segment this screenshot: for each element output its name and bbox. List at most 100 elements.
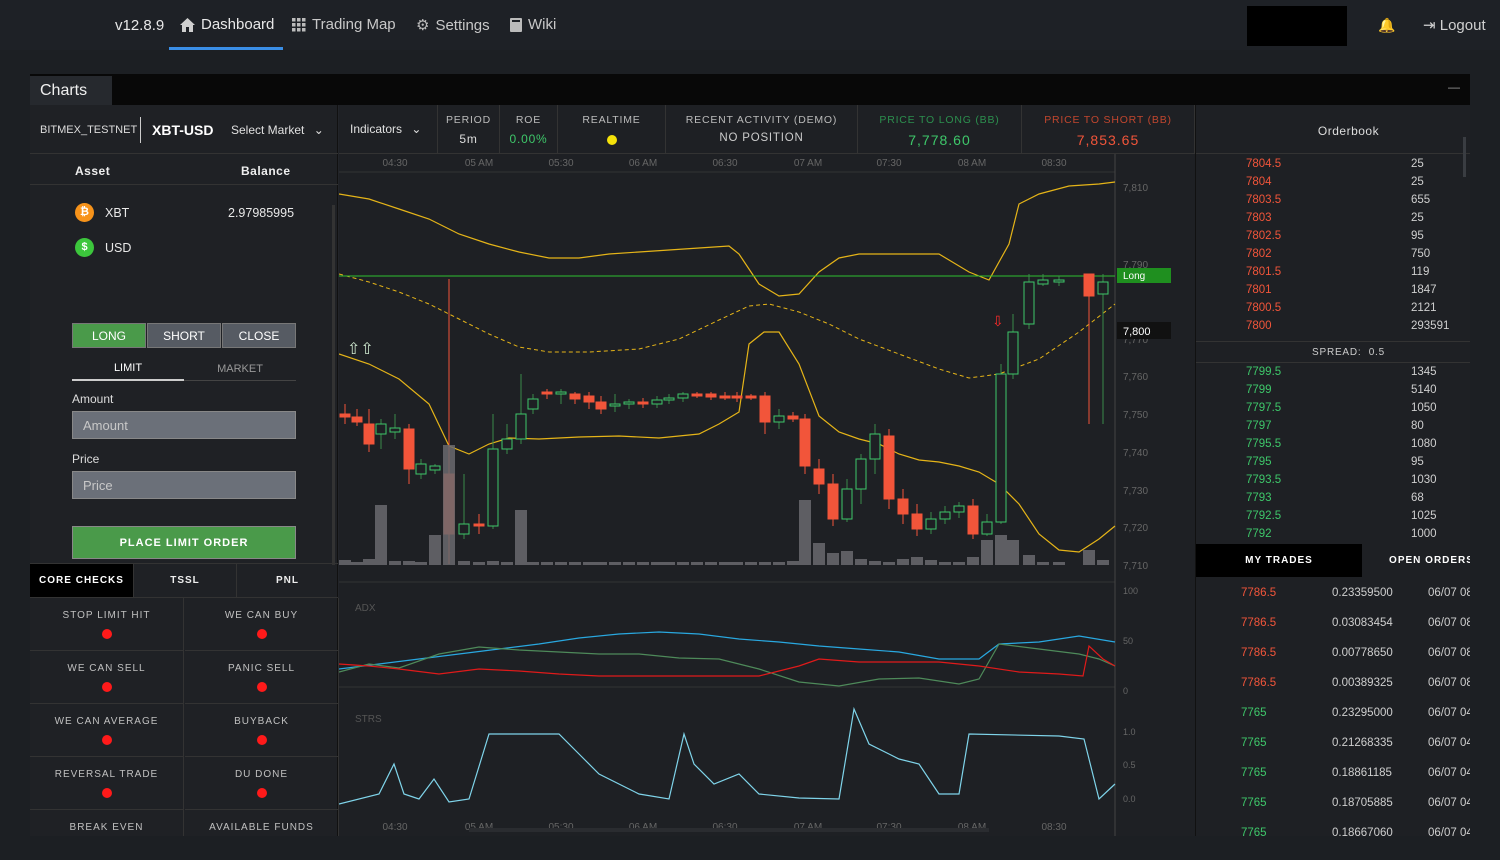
short-tab[interactable]: SHORT — [147, 323, 221, 348]
ask-price[interactable]: 7801 — [1246, 284, 1272, 296]
ask-price[interactable]: 7802 — [1246, 248, 1272, 260]
candle[interactable] — [403, 428, 415, 470]
candle[interactable] — [1097, 281, 1109, 295]
candle[interactable] — [339, 413, 351, 418]
pnl-tab[interactable]: PNL — [236, 564, 338, 597]
candle[interactable] — [623, 401, 635, 405]
candle[interactable] — [981, 521, 993, 535]
candle[interactable] — [1023, 281, 1035, 325]
price-input[interactable]: Price — [72, 471, 296, 499]
candle[interactable] — [813, 468, 825, 485]
candle[interactable] — [663, 397, 675, 401]
logout-button[interactable]: ⇥ Logout — [1423, 16, 1486, 34]
ask-price[interactable]: 7800.5 — [1246, 302, 1281, 314]
candle[interactable] — [415, 463, 427, 475]
amount-input[interactable]: Amount — [72, 411, 296, 439]
candle[interactable] — [925, 518, 937, 530]
core-checks-tab[interactable]: CORE CHECKS — [30, 564, 133, 597]
candle[interactable] — [731, 395, 743, 399]
ask-price[interactable]: 7804.5 — [1246, 158, 1281, 170]
nav-dashboard[interactable]: Dashboard — [180, 16, 274, 33]
candle[interactable] — [501, 438, 513, 450]
candle[interactable] — [953, 505, 965, 513]
candle[interactable] — [541, 391, 553, 395]
market-tab[interactable]: MARKET — [184, 357, 296, 381]
candle[interactable] — [458, 523, 470, 535]
candle[interactable] — [1053, 279, 1065, 283]
candle[interactable] — [1083, 273, 1095, 297]
candle[interactable] — [351, 416, 363, 423]
place-limit-order-button[interactable]: PLACE LIMIT ORDER — [72, 526, 296, 559]
bid-price[interactable]: 7793.5 — [1246, 474, 1281, 486]
candle[interactable] — [677, 393, 689, 399]
minimize-icon[interactable]: — — [1448, 80, 1460, 94]
candle[interactable] — [569, 393, 581, 400]
candle[interactable] — [609, 403, 621, 407]
candle[interactable] — [705, 393, 717, 398]
candle[interactable] — [1037, 279, 1049, 285]
ask-price[interactable]: 7802.5 — [1246, 230, 1281, 242]
candle[interactable] — [375, 423, 387, 435]
candle[interactable] — [719, 395, 731, 399]
candle[interactable] — [429, 465, 441, 471]
candle[interactable] — [799, 418, 811, 467]
indicators-dropdown[interactable]: Indicators ⌄ — [339, 105, 438, 154]
scrollbar[interactable] — [1463, 137, 1466, 177]
open-orders-tab[interactable]: OPEN ORDERS — [1362, 544, 1470, 577]
bid-price[interactable]: 7795 — [1246, 456, 1272, 468]
candle[interactable] — [939, 511, 951, 520]
long-tab[interactable]: LONG — [72, 323, 146, 348]
candle[interactable] — [515, 413, 527, 440]
candle[interactable] — [773, 415, 785, 423]
chart-scrollbar[interactable] — [469, 828, 989, 832]
ask-price[interactable]: 7801.5 — [1246, 266, 1281, 278]
bell-icon[interactable]: 🔔 — [1378, 17, 1395, 34]
bid-price[interactable]: 7795.5 — [1246, 438, 1281, 450]
ask-price[interactable]: 7803.5 — [1246, 194, 1281, 206]
price-chart[interactable]: 04:3004:3005 AM05 AM05:3005:3006 AM06 AM… — [339, 154, 1195, 836]
candle[interactable] — [967, 505, 979, 535]
candle[interactable] — [897, 498, 909, 515]
candle[interactable] — [1007, 331, 1019, 375]
my-trades-tab[interactable]: MY TRADES — [1196, 544, 1362, 577]
bid-price[interactable]: 7797.5 — [1246, 402, 1281, 414]
bid-price[interactable]: 7792.5 — [1246, 510, 1281, 522]
candle[interactable] — [651, 399, 663, 405]
limit-tab[interactable]: LIMIT — [72, 357, 184, 381]
select-market-dropdown[interactable]: Select Market ⌄ — [231, 123, 324, 137]
candle[interactable] — [527, 398, 539, 410]
bid-price[interactable]: 7799 — [1246, 384, 1272, 396]
nav-settings[interactable]: ⚙ Settings — [416, 16, 490, 35]
candle[interactable] — [691, 393, 703, 397]
ask-price[interactable]: 7800 — [1246, 320, 1272, 332]
candle[interactable] — [855, 458, 867, 490]
candle[interactable] — [787, 415, 799, 420]
candle[interactable] — [583, 395, 595, 403]
bid-price[interactable]: 7793 — [1246, 492, 1272, 504]
scrollbar[interactable] — [332, 205, 335, 565]
candle[interactable] — [637, 401, 649, 405]
candle[interactable] — [869, 433, 881, 460]
candle[interactable] — [595, 401, 607, 410]
tssl-tab[interactable]: TSSL — [133, 564, 236, 597]
candle[interactable] — [759, 395, 771, 423]
candle[interactable] — [841, 488, 853, 520]
bid-price[interactable]: 7799.5 — [1246, 366, 1281, 378]
candle[interactable] — [911, 513, 923, 530]
nav-wiki[interactable]: Wiki — [510, 16, 556, 33]
candle[interactable] — [363, 423, 375, 445]
bid-price[interactable]: 7797 — [1246, 420, 1272, 432]
candle[interactable] — [995, 373, 1007, 523]
nav-trading-map[interactable]: Trading Map — [292, 16, 396, 33]
ask-price[interactable]: 7804 — [1246, 176, 1272, 188]
candle[interactable] — [745, 395, 757, 399]
candle[interactable] — [883, 435, 895, 500]
candle[interactable] — [473, 523, 485, 527]
ask-price[interactable]: 7803 — [1246, 212, 1272, 224]
candle[interactable] — [389, 427, 401, 433]
bid-price[interactable]: 7792 — [1246, 528, 1272, 540]
candle[interactable] — [555, 391, 567, 395]
candle[interactable] — [487, 448, 499, 527]
close-tab[interactable]: CLOSE — [222, 323, 296, 348]
candle[interactable] — [827, 483, 839, 520]
